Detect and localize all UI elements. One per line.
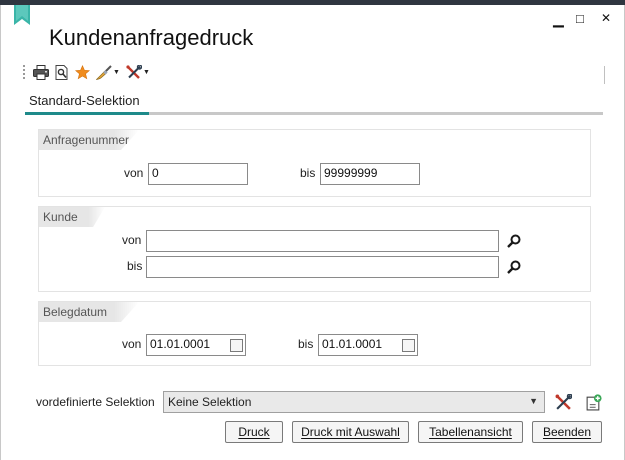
belegdatum-bis-value: 01.01.0001 [322, 337, 383, 351]
tools-icon [555, 393, 572, 410]
print-preview-icon [55, 64, 68, 80]
search-icon [507, 260, 521, 274]
tab-active-indicator [25, 112, 149, 115]
kunde-von-label: von [122, 233, 142, 247]
preselection-label: vordefinierte Selektion [36, 395, 155, 409]
group-title-anfragenummer: Anfragenummer [43, 133, 130, 147]
group-kunde: Kunde von bis [38, 206, 591, 292]
kunde-bis-search-button[interactable] [504, 257, 524, 277]
tab-standard-selektion[interactable]: Standard-Selektion [29, 93, 140, 108]
print-preview-button[interactable] [55, 63, 69, 81]
anfragenummer-von-label: von [124, 166, 144, 180]
group-belegdatum: Belegdatum von 01.01.0001 bis 01.01.0001 [38, 301, 591, 366]
brush-dropdown-button[interactable]: ▼ [96, 63, 120, 81]
druck-button[interactable]: Druck [225, 421, 283, 443]
favorite-star-icon [75, 64, 90, 79]
group-anfragenummer: Anfragenummer von 0 bis 99999999 [38, 129, 591, 197]
toolbar-grip[interactable] [23, 65, 25, 79]
favorite-button[interactable] [75, 63, 90, 81]
printer-icon [33, 64, 49, 80]
group-title-belegdatum: Belegdatum [43, 305, 108, 319]
tabellenansicht-button-label: Tabellenansicht [429, 425, 512, 439]
druck-mit-auswahl-button-label: Druck mit Auswahl [301, 425, 400, 439]
preselection-select[interactable]: Keine Selektion ▼ [163, 391, 545, 413]
beenden-button-label: Beenden [542, 425, 592, 439]
chevron-down-icon: ▼ [142, 68, 150, 76]
kunde-bis-label: bis [127, 259, 143, 273]
druck-button-label: Druck [238, 425, 270, 439]
tools-icon [126, 64, 142, 79]
belegdatum-von-checkbox[interactable] [230, 339, 243, 352]
chevron-down-icon: ▼ [113, 68, 120, 76]
preselection-selected-value: Keine Selektion [168, 395, 252, 409]
preselection-edit-button[interactable] [553, 392, 573, 412]
bookmark-icon [14, 5, 30, 25]
anfragenummer-von-input[interactable]: 0 [148, 163, 248, 185]
kunde-bis-input[interactable] [146, 256, 499, 278]
anfragenummer-bis-input[interactable]: 99999999 [320, 163, 420, 185]
search-icon [507, 234, 521, 248]
tools-dropdown-button[interactable]: ▼ [126, 63, 150, 81]
belegdatum-bis-checkbox[interactable] [402, 339, 415, 352]
toolbar: ▼ ▼ [23, 63, 156, 81]
tab-bar: Standard-Selektion [25, 93, 603, 115]
add-document-icon [586, 393, 602, 410]
kunde-von-input[interactable] [146, 230, 499, 252]
tabellenansicht-button[interactable]: Tabellenansicht [418, 421, 523, 443]
kunde-von-search-button[interactable] [504, 231, 524, 251]
toolbar-separator [604, 66, 605, 84]
dialog-window: ▁ □ ✕ Kundenanfragedruck ▼ ▼ Standard-Se… [0, 5, 625, 460]
belegdatum-von-label: von [122, 337, 142, 351]
window-title: Kundenanfragedruck [49, 25, 254, 50]
chevron-down-icon: ▼ [529, 396, 538, 406]
belegdatum-von-value: 01.01.0001 [150, 337, 211, 351]
close-button[interactable]: ✕ [601, 11, 611, 25]
group-title-kunde: Kunde [43, 210, 78, 224]
print-button[interactable] [33, 63, 49, 81]
beenden-button[interactable]: Beenden [532, 421, 602, 443]
preselection-add-button[interactable] [583, 392, 603, 412]
druck-mit-auswahl-button[interactable]: Druck mit Auswahl [292, 421, 409, 443]
minimize-button[interactable]: ▁ [553, 11, 564, 28]
belegdatum-bis-label: bis [298, 337, 314, 351]
brush-icon [96, 64, 112, 80]
anfragenummer-bis-label: bis [300, 166, 316, 180]
maximize-button[interactable]: □ [576, 11, 584, 26]
